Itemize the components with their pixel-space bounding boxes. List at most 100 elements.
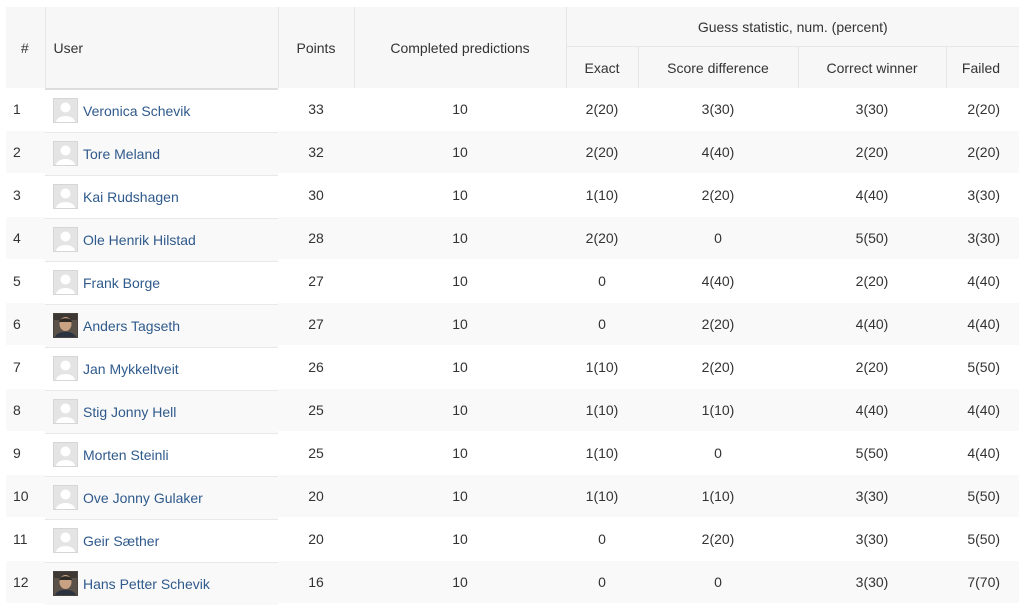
avatar[interactable]	[53, 571, 78, 597]
exact-cell: 0	[566, 516, 638, 560]
points-cell: 25	[278, 387, 354, 431]
correct-winner-cell: 5(50)	[798, 215, 946, 259]
correct-winner-cell: 2(20)	[798, 129, 946, 173]
user-cell: Stig Jonny Hell	[45, 389, 278, 433]
correct-winner-cell: 3(30)	[798, 559, 946, 603]
points-cell: 32	[278, 129, 354, 173]
correct-winner-cell: 4(40)	[798, 172, 946, 216]
completed-cell: 10	[354, 430, 566, 474]
user-cell: Anders Tagseth	[45, 303, 278, 347]
correct-winner-cell: 4(40)	[798, 301, 946, 345]
exact-cell: 0	[566, 301, 638, 345]
exact-cell: 0	[566, 559, 638, 603]
completed-cell: 10	[354, 387, 566, 431]
correct-winner-cell: 2(20)	[798, 258, 946, 302]
user-link[interactable]: Morten Steinli	[83, 447, 169, 463]
user-link[interactable]: Geir Sæther	[83, 533, 159, 549]
exact-cell: 2(20)	[566, 86, 638, 130]
default-avatar-icon	[54, 228, 77, 251]
avatar[interactable]	[53, 313, 78, 338]
user-link[interactable]: Anders Tagseth	[83, 318, 180, 334]
user-cell: Jan Mykkeltveit	[45, 346, 278, 390]
user-info: Ove Jonny Gulaker	[53, 485, 277, 510]
exact-cell: 1(10)	[566, 172, 638, 216]
user-link[interactable]: Frank Borge	[83, 275, 160, 291]
table-body: 1 Veronica Schevik 33 10 2(20) 3(30) 3(3…	[6, 86, 1020, 605]
completed-cell: 10	[354, 258, 566, 302]
rank-cell: 9	[6, 430, 45, 474]
user-link[interactable]: Jan Mykkeltveit	[83, 361, 179, 377]
failed-cell: 5(50)	[946, 516, 1020, 560]
rank-cell: 12	[6, 559, 45, 603]
user-cell: Kai Rudshagen	[45, 174, 278, 218]
failed-cell: 7(70)	[946, 559, 1020, 603]
avatar[interactable]	[53, 184, 78, 209]
avatar[interactable]	[53, 98, 78, 124]
avatar[interactable]	[53, 356, 78, 381]
exact-cell: 1(10)	[566, 473, 638, 517]
user-cell: Tore Meland	[45, 131, 278, 175]
user-link[interactable]: Veronica Schevik	[83, 103, 190, 119]
rank-cell: 4	[6, 215, 45, 259]
score-difference-cell: 4(40)	[638, 258, 798, 302]
user-cell: Ole Henrik Hilstad	[45, 217, 278, 261]
points-cell: 25	[278, 430, 354, 474]
rank-cell: 2	[6, 129, 45, 173]
avatar[interactable]	[53, 442, 78, 467]
points-cell: 20	[278, 516, 354, 560]
avatar[interactable]	[53, 399, 78, 424]
user-info: Kai Rudshagen	[53, 184, 277, 209]
completed-cell: 10	[354, 301, 566, 345]
correct-winner-cell: 2(20)	[798, 344, 946, 388]
header-points: Points	[278, 7, 355, 90]
points-cell: 20	[278, 473, 354, 517]
failed-cell: 2(20)	[946, 86, 1020, 130]
rank-cell: 6	[6, 301, 45, 345]
user-link[interactable]: Ole Henrik Hilstad	[83, 232, 196, 248]
default-avatar-icon	[54, 486, 77, 509]
avatar[interactable]	[53, 270, 78, 295]
rank-cell: 11	[6, 516, 45, 560]
header-user: User	[45, 7, 279, 90]
user-info: Tore Meland	[53, 141, 277, 166]
failed-cell: 3(30)	[946, 172, 1020, 216]
avatar[interactable]	[53, 528, 78, 553]
user-info: Hans Petter Schevik	[53, 571, 277, 597]
table-row: 1 Veronica Schevik 33 10 2(20) 3(30) 3(3…	[6, 86, 1020, 132]
photo-avatar-icon	[54, 314, 77, 337]
header-guess-statistic-group: Guess statistic, num. (percent)	[566, 7, 1020, 47]
exact-cell: 1(10)	[566, 430, 638, 474]
avatar[interactable]	[53, 141, 78, 166]
exact-cell: 2(20)	[566, 215, 638, 259]
table-row: 6 Anders Tagseth 27 10 0 2(20) 4(40) 4(4…	[6, 301, 1020, 347]
completed-cell: 10	[354, 344, 566, 388]
avatar[interactable]	[53, 485, 78, 510]
user-link[interactable]: Kai Rudshagen	[83, 189, 179, 205]
table-row: 7 Jan Mykkeltveit 26 10 1(10) 2(20) 2(20…	[6, 344, 1020, 390]
correct-winner-cell: 3(30)	[798, 473, 946, 517]
user-link[interactable]: Tore Meland	[83, 146, 160, 162]
leaderboard-container: # User Points Completed predictions Gues…	[6, 7, 1020, 605]
header-completed-predictions: Completed predictions	[354, 7, 567, 90]
default-avatar-icon	[54, 529, 77, 552]
table-row: 2 Tore Meland 32 10 2(20) 4(40) 2(20) 2(…	[6, 129, 1020, 175]
points-cell: 16	[278, 559, 354, 603]
completed-cell: 10	[354, 129, 566, 173]
table-row: 10 Ove Jonny Gulaker 20 10 1(10) 1(10) 3…	[6, 473, 1020, 519]
user-info: Jan Mykkeltveit	[53, 356, 277, 381]
user-link[interactable]: Hans Petter Schevik	[83, 576, 210, 592]
avatar[interactable]	[53, 227, 78, 252]
completed-cell: 10	[354, 473, 566, 517]
default-avatar-icon	[54, 271, 77, 294]
correct-winner-cell: 4(40)	[798, 387, 946, 431]
points-cell: 26	[278, 344, 354, 388]
user-link[interactable]: Stig Jonny Hell	[83, 404, 176, 420]
default-avatar-icon	[54, 357, 77, 380]
rank-cell: 3	[6, 172, 45, 216]
user-cell: Ove Jonny Gulaker	[45, 475, 278, 519]
header-score-difference: Score difference	[638, 46, 799, 90]
completed-cell: 10	[354, 559, 566, 603]
user-cell: Morten Steinli	[45, 432, 278, 476]
user-link[interactable]: Ove Jonny Gulaker	[83, 490, 203, 506]
user-info: Frank Borge	[53, 270, 277, 295]
